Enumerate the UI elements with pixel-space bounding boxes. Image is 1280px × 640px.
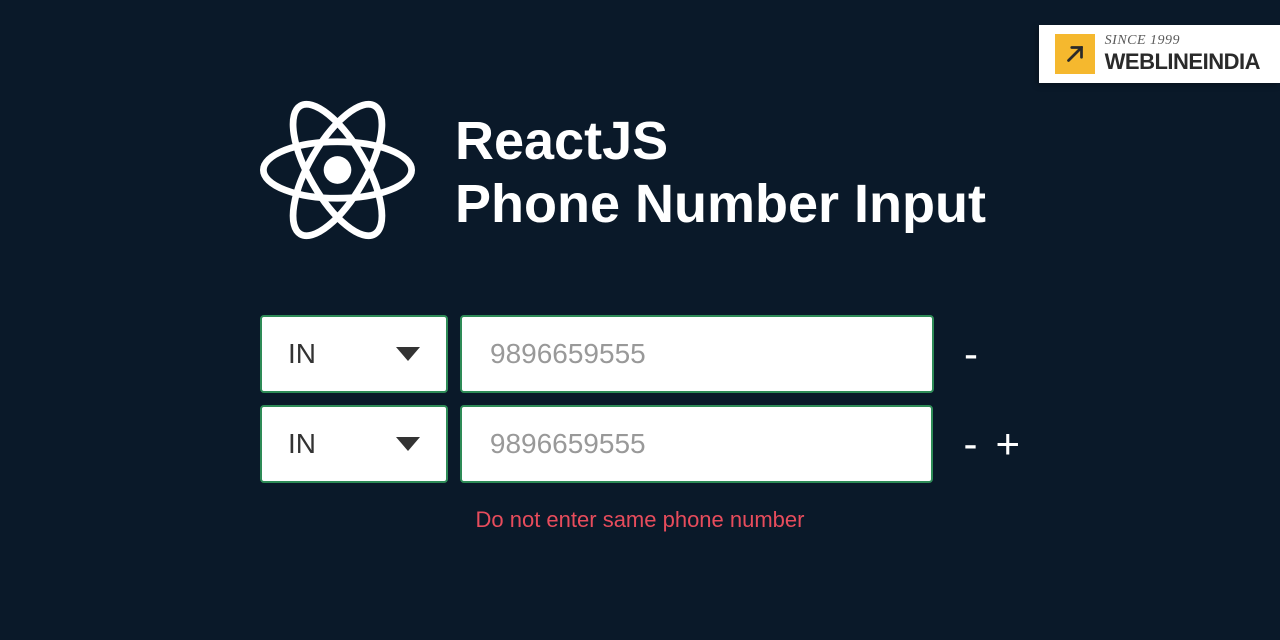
brand-name: WEBLINEINDIA bbox=[1105, 49, 1260, 75]
error-message: Do not enter same phone number bbox=[260, 507, 1020, 533]
country-dropdown[interactable]: IN bbox=[260, 405, 448, 483]
add-button[interactable]: + bbox=[995, 423, 1020, 465]
phone-row: IN - + bbox=[260, 405, 1020, 483]
page-title-line-2: Phone Number Input bbox=[455, 173, 986, 235]
phone-row: IN - bbox=[260, 315, 1020, 393]
remove-button[interactable]: - bbox=[963, 423, 977, 465]
remove-button[interactable]: - bbox=[964, 333, 978, 375]
phone-input[interactable] bbox=[460, 405, 934, 483]
react-icon bbox=[260, 100, 415, 245]
arrow-icon bbox=[1055, 34, 1095, 74]
chevron-down-icon bbox=[396, 347, 420, 361]
country-code-label: IN bbox=[288, 428, 316, 460]
page-title-line-1: ReactJS bbox=[455, 110, 986, 172]
page-header: ReactJS Phone Number Input bbox=[260, 100, 1020, 245]
country-code-label: IN bbox=[288, 338, 316, 370]
brand-badge: SINCE 1999 WEBLINEINDIA bbox=[1039, 25, 1280, 83]
country-dropdown[interactable]: IN bbox=[260, 315, 448, 393]
phone-input[interactable] bbox=[460, 315, 934, 393]
brand-since: SINCE 1999 bbox=[1105, 33, 1260, 49]
phone-form: IN - IN - + Do not enter same phone numb… bbox=[260, 315, 1020, 533]
chevron-down-icon bbox=[396, 437, 420, 451]
